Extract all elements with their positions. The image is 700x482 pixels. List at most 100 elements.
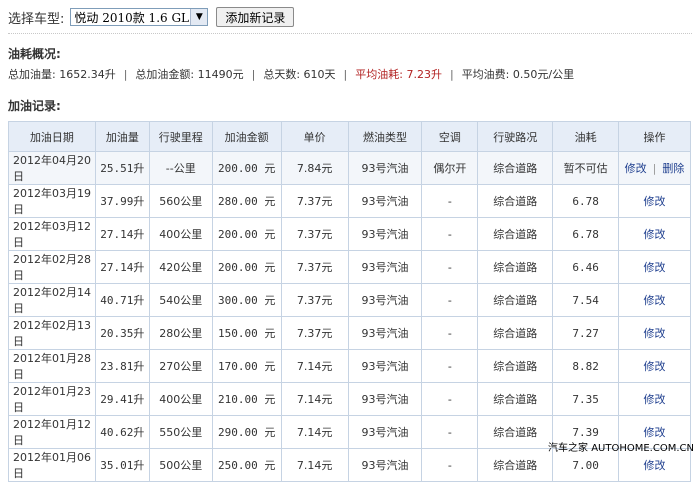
col-header: 行驶里程 — [148, 121, 213, 152]
avg-consumption: 平均油耗: 7.23升 — [355, 68, 442, 81]
table-row: 2012年04月20日 25.51升 --公里 200.00 元 7.84元 93号汽油偶… — [8, 151, 691, 185]
cell-consumption: 7.27 — [552, 316, 620, 350]
chevron-down-icon[interactable]: ▼ — [190, 9, 208, 25]
overview-summary: 总加油量: 1652.34升 | 总加油金额: 11490元 | 总天数: 610天 | 平… — [8, 68, 575, 81]
cell-amount: 25.51升 — [94, 151, 150, 185]
cell-date: 2012年01月28日 — [8, 349, 96, 383]
edit-link[interactable]: 修改 — [644, 228, 666, 241]
col-header: 加油日期 — [8, 121, 96, 152]
table-row: 2012年01月28日 23.81升 270公里 170.00 元 7.14元 93号汽油… — [8, 349, 691, 383]
overview-title: 油耗概况: — [8, 47, 61, 61]
col-header: 燃油类型 — [347, 121, 423, 152]
model-select-value: 悦动 2010款 1.6 GLS MT — [74, 10, 190, 25]
cell-cost: 280.00 元 — [211, 184, 282, 218]
edit-link[interactable]: 修改 — [644, 393, 666, 406]
cell-price: 7.84元 — [280, 151, 349, 185]
cell-actions: 修改 — [618, 382, 691, 416]
edit-link[interactable]: 修改 — [644, 459, 666, 472]
col-header: 行驶路况 — [477, 121, 554, 152]
cell-ac: - — [421, 382, 479, 416]
total-amount: 总加油金额: 11490元 — [135, 68, 244, 81]
total-fuel: 总加油量: 1652.34升 — [8, 68, 116, 81]
edit-link[interactable]: 修改 — [625, 162, 647, 175]
cell-actions: 修改 — [618, 316, 691, 350]
cell-cost: 300.00 元 — [211, 283, 282, 317]
avg-cost: 平均油费: 0.50元/公里 — [461, 68, 575, 81]
cell-fuel: 93号汽油 — [347, 448, 423, 482]
cell-date: 2012年03月19日 — [8, 184, 96, 218]
cell-actions: 修改 | 删除 — [618, 151, 691, 185]
table-row: 2012年03月12日 27.14升 400公里 200.00 元 7.37元 93号汽油… — [8, 217, 691, 251]
cell-actions: 修改 — [618, 184, 691, 218]
table-row: 2012年02月28日 27.14升 420公里 200.00 元 7.37元 93号汽油… — [8, 250, 691, 284]
watermark: 汽车之家 AUTOHOME.COM.CN — [548, 443, 694, 454]
cell-cost: 200.00 元 — [211, 217, 282, 251]
cell-fuel: 93号汽油 — [347, 415, 423, 449]
cell-road: 综合道路 — [477, 184, 554, 218]
cell-amount: 20.35升 — [94, 316, 150, 350]
cell-price: 7.37元 — [280, 184, 349, 218]
cell-road: 综合道路 — [477, 217, 554, 251]
records-title: 加油记录: — [8, 99, 61, 113]
edit-link[interactable]: 修改 — [644, 327, 666, 340]
cell-cost: 170.00 元 — [211, 349, 282, 383]
action-separator: | — [652, 162, 657, 175]
cell-distance: 550公里 — [148, 415, 213, 449]
cell-actions: 修改 — [618, 283, 691, 317]
add-record-button[interactable]: 添加新记录 — [216, 7, 295, 27]
cell-distance: 280公里 — [148, 316, 213, 350]
edit-link[interactable]: 修改 — [644, 195, 666, 208]
cell-fuel: 93号汽油 — [347, 349, 423, 383]
cell-ac: - — [421, 250, 479, 284]
cell-road: 综合道路 — [477, 349, 554, 383]
cell-date: 2012年02月13日 — [8, 316, 96, 350]
divider — [8, 33, 692, 34]
edit-link[interactable]: 修改 — [644, 261, 666, 274]
edit-link[interactable]: 修改 — [644, 360, 666, 373]
cell-ac: - — [421, 283, 479, 317]
cell-fuel: 93号汽油 — [347, 250, 423, 284]
cell-date: 2012年02月28日 — [8, 250, 96, 284]
model-select[interactable]: 悦动 2010款 1.6 GLS MT ▼ — [70, 8, 209, 26]
cell-consumption: 7.35 — [552, 382, 620, 416]
edit-link[interactable]: 修改 — [644, 294, 666, 307]
cell-ac: - — [421, 349, 479, 383]
cell-distance: 400公里 — [148, 382, 213, 416]
cell-consumption: 6.46 — [552, 250, 620, 284]
cell-price: 7.37元 — [280, 250, 349, 284]
cell-distance: 560公里 — [148, 184, 213, 218]
cell-cost: 200.00 元 — [211, 250, 282, 284]
table-row: 2012年02月14日 40.71升 540公里 300.00 元 7.37元 93号汽油… — [8, 283, 691, 317]
cell-distance: 270公里 — [148, 349, 213, 383]
table-row: 2012年02月13日 20.35升 280公里 150.00 元 7.37元 93号汽油… — [8, 316, 691, 350]
edit-link[interactable]: 修改 — [644, 426, 666, 439]
cell-consumption: 6.78 — [552, 184, 620, 218]
cell-fuel: 93号汽油 — [347, 283, 423, 317]
cell-price: 7.14元 — [280, 382, 349, 416]
col-header: 空调 — [421, 121, 479, 152]
cell-date: 2012年04月20日 — [8, 151, 96, 185]
cell-distance: 540公里 — [148, 283, 213, 317]
cell-actions: 修改 — [618, 250, 691, 284]
delete-link[interactable]: 删除 — [662, 162, 684, 175]
cell-cost: 200.00 元 — [211, 151, 282, 185]
cell-date: 2012年01月06日 — [8, 448, 96, 482]
cell-distance: --公里 — [148, 151, 213, 185]
cell-amount: 27.14升 — [94, 250, 150, 284]
cell-cost: 150.00 元 — [211, 316, 282, 350]
cell-consumption: 暂不可估 — [552, 151, 620, 185]
col-header: 操作 — [618, 121, 691, 152]
cell-consumption: 7.54 — [552, 283, 620, 317]
cell-cost: 290.00 元 — [211, 415, 282, 449]
model-select-label: 选择车型: — [8, 11, 65, 27]
cell-ac: - — [421, 448, 479, 482]
col-header: 单价 — [280, 121, 349, 152]
cell-fuel: 93号汽油 — [347, 217, 423, 251]
cell-price: 7.14元 — [280, 415, 349, 449]
records-table: 加油日期 加油量 行驶里程 加油金额 单价 燃油类型 空调 行驶路况 油耗 操作… — [8, 121, 691, 482]
cell-ac: - — [421, 415, 479, 449]
cell-date: 2012年01月23日 — [8, 382, 96, 416]
cell-date: 2012年02月14日 — [8, 283, 96, 317]
cell-price: 7.37元 — [280, 316, 349, 350]
cell-amount: 23.81升 — [94, 349, 150, 383]
